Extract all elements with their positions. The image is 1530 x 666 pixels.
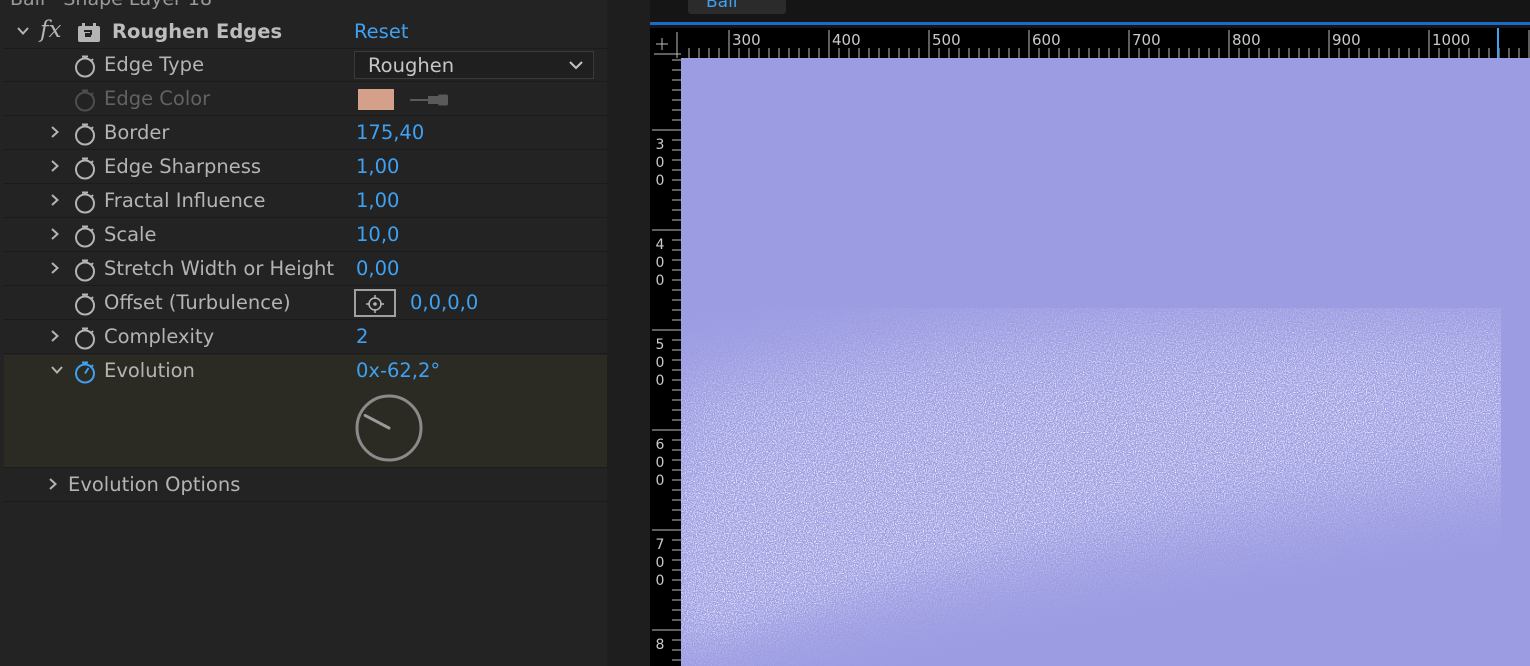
- ruler-h-label: 400: [832, 31, 861, 49]
- crosshair-icon: [366, 295, 384, 313]
- ruler-h-label: 300: [732, 31, 761, 49]
- evolution-label: Evolution: [104, 359, 195, 382]
- property-border: Border 175,40: [4, 117, 607, 150]
- edge-color-swatch[interactable]: [358, 89, 394, 110]
- property-edge-type: Edge Type Roughen: [4, 49, 607, 82]
- ruler-h-label: 600: [1032, 31, 1061, 49]
- stopwatch-icon[interactable]: [73, 292, 97, 316]
- evolution-value[interactable]: 0x-62,2°: [356, 359, 440, 382]
- effect-controls-panel: Ball · Shape Layer 18 fx Roughen Edges R…: [0, 0, 607, 666]
- stopwatch-active-icon[interactable]: [73, 360, 97, 384]
- ruler-v-label: 700: [655, 537, 665, 589]
- ruler-v-label: 400: [655, 237, 665, 289]
- chevron-right-icon[interactable]: [48, 125, 62, 139]
- property-edge-color: Edge Color: [4, 83, 607, 116]
- ruler-origin-icon: [654, 32, 681, 58]
- ruler-v-label: 300: [655, 137, 665, 189]
- horizontal-ruler-ticks: [688, 28, 1530, 58]
- property-scale: Scale 10,0: [4, 219, 607, 252]
- stopwatch-icon[interactable]: [73, 156, 97, 180]
- panel-divider[interactable]: [607, 0, 650, 666]
- stopwatch-icon[interactable]: [73, 190, 97, 214]
- fx-icon[interactable]: fx: [40, 17, 61, 43]
- border-label: Border: [104, 121, 170, 144]
- ruler-h-label: 1000: [1432, 31, 1471, 49]
- ruler-v-label: 600: [655, 437, 665, 489]
- group-evolution-options[interactable]: Evolution Options: [4, 469, 607, 502]
- fractal-influence-label: Fractal Influence: [104, 189, 266, 212]
- edge-sharpness-value[interactable]: 1,00: [356, 155, 399, 178]
- scale-label: Scale: [104, 223, 157, 246]
- offset-point-button[interactable]: [354, 289, 396, 317]
- stopwatch-icon: [75, 89, 95, 112]
- edge-sharpness-label: Edge Sharpness: [104, 155, 262, 178]
- ruler-h-label: 500: [932, 31, 961, 49]
- stopwatch-icon[interactable]: [73, 224, 97, 248]
- edge-type-label: Edge Type: [104, 53, 205, 76]
- chevron-right-icon[interactable]: [46, 477, 60, 491]
- active-tab-underline: [650, 22, 1530, 25]
- edge-type-dropdown[interactable]: Roughen: [354, 51, 594, 79]
- ruler-origin[interactable]: [650, 28, 681, 58]
- evolution-angle-dial[interactable]: [354, 393, 424, 463]
- complexity-value[interactable]: 2: [356, 325, 368, 348]
- property-evolution: Evolution 0x-62,2°: [4, 355, 607, 389]
- effect-name: Roughen Edges: [112, 20, 283, 43]
- property-fractal-influence: Fractal Influence 1,00: [4, 185, 607, 218]
- comp-tab-ball[interactable]: Ball: [688, 0, 786, 14]
- chevron-down-icon[interactable]: [16, 24, 30, 38]
- stretch-label: Stretch Width or Height: [104, 257, 334, 280]
- stopwatch-icon[interactable]: [73, 258, 97, 282]
- stopwatch-icon[interactable]: [73, 54, 97, 78]
- chevron-right-icon[interactable]: [48, 261, 62, 275]
- property-offset: Offset (Turbulence) 0,0,0,0: [4, 287, 607, 320]
- composition-viewer[interactable]: [681, 58, 1530, 666]
- chevron-down-icon[interactable]: [50, 363, 64, 377]
- ruler-h-label: 800: [1232, 31, 1261, 49]
- evolution-dial-needle: [363, 413, 391, 430]
- scale-value[interactable]: 10,0: [356, 223, 399, 246]
- ruler-h-label: 700: [1132, 31, 1161, 49]
- chevron-right-icon[interactable]: [48, 159, 62, 173]
- edge-color-label: Edge Color: [104, 87, 211, 110]
- property-edge-sharpness: Edge Sharpness 1,00: [4, 151, 607, 184]
- stopwatch-icon[interactable]: [73, 326, 97, 350]
- border-value[interactable]: 175,40: [356, 121, 424, 144]
- chevron-down-icon: [569, 61, 583, 70]
- ruler-v-label: 500: [655, 337, 665, 389]
- effect-preset-icon: [78, 23, 100, 42]
- stopwatch-icon[interactable]: [73, 122, 97, 146]
- panel-header: Ball · Shape Layer 18: [10, 0, 212, 10]
- stretch-value[interactable]: 0,00: [356, 257, 399, 280]
- property-complexity: Complexity 2: [4, 321, 607, 354]
- chevron-right-icon[interactable]: [48, 329, 62, 343]
- evolution-dial-area: [4, 389, 607, 468]
- edge-type-value: Roughen: [368, 54, 455, 77]
- property-stretch: Stretch Width or Height 0,00: [4, 253, 607, 286]
- eyedropper-icon[interactable]: [408, 93, 450, 107]
- chevron-right-icon[interactable]: [48, 227, 62, 241]
- reset-button[interactable]: Reset: [354, 20, 408, 43]
- fractal-influence-value[interactable]: 1,00: [356, 189, 399, 212]
- effect-row-roughen-edges[interactable]: fx Roughen Edges Reset: [4, 16, 607, 49]
- roughened-layer-preview: [681, 58, 1530, 666]
- vertical-ruler[interactable]: 300 400 500 600 700 8: [650, 58, 681, 666]
- chevron-right-icon[interactable]: [48, 193, 62, 207]
- ruler-h-label: 900: [1332, 31, 1361, 49]
- ruler-v-label: 8: [655, 637, 665, 653]
- offset-value[interactable]: 0,0,0,0: [410, 291, 478, 314]
- offset-label: Offset (Turbulence): [104, 291, 291, 314]
- horizontal-ruler[interactable]: 300 400 500 600 700 800 900 1000: [681, 28, 1530, 58]
- composition-panel: Ball 300 400 500 600 700 800 900 1000 300 400 500…: [650, 0, 1530, 666]
- complexity-label: Complexity: [104, 325, 215, 348]
- evolution-options-label: Evolution Options: [68, 473, 241, 496]
